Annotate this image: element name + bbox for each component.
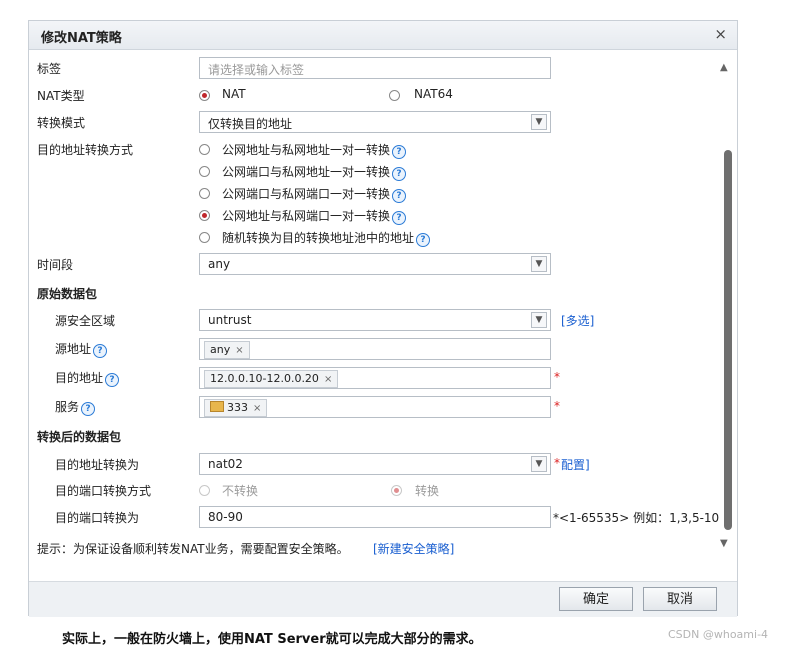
scroll-up-icon[interactable]: ▲	[720, 62, 728, 73]
time-select[interactable]: any ▼	[199, 253, 551, 275]
package-icon	[210, 401, 224, 412]
dst-addr-label: 目的地址?	[55, 369, 120, 387]
src-zone-select[interactable]: untrust ▼	[199, 309, 551, 331]
nat-type-nat-option: NAT	[222, 87, 246, 101]
cancel-button[interactable]: 取消	[643, 587, 717, 611]
src-addr-tag: any ×	[204, 341, 250, 359]
dialog-body: 标签 请选择或输入标签 NAT类型 NAT NAT64 转换模式 仅转换目的地址…	[29, 50, 739, 580]
dialog-title: 修改NAT策略	[41, 31, 122, 46]
scroll-down-icon[interactable]: ▼	[720, 538, 728, 549]
help-icon[interactable]: ?	[392, 145, 407, 159]
remove-icon[interactable]: ×	[324, 374, 332, 385]
dst-method-option-5: 随机转换为目的转换地址池中的地址?	[222, 229, 431, 247]
scrollbar-thumb[interactable]	[724, 150, 732, 530]
dst-method-label: 目的地址转换方式	[37, 143, 134, 157]
required-mark: *	[554, 456, 560, 470]
service-tag: 333 ×	[204, 399, 268, 417]
multi-select-link[interactable]: [多选]	[561, 312, 594, 329]
dst-method-option-1: 公网地址与私网地址一对一转换?	[222, 141, 407, 159]
chevron-down-icon[interactable]: ▼	[531, 114, 547, 130]
dst-method-radio-1[interactable]	[199, 144, 210, 155]
nat-type-nat-radio[interactable]	[199, 90, 210, 101]
src-addr-label: 源地址?	[55, 340, 108, 358]
config-link[interactable]: 配置]	[561, 456, 590, 473]
port-method-translate-radio[interactable]	[391, 485, 402, 496]
dialog-footer: 确定 取消	[29, 581, 737, 617]
new-security-policy-link[interactable]: [新建安全策略]	[373, 540, 454, 557]
remove-icon[interactable]: ×	[253, 403, 261, 414]
src-zone-label: 源安全区域	[55, 314, 116, 328]
remove-icon[interactable]: ×	[235, 345, 243, 356]
dst-addr-tag: 12.0.0.10-12.0.0.20 ×	[204, 370, 339, 388]
port-range-hint: *<1-65535> 例如：1,3,5-10	[553, 511, 720, 525]
chevron-down-icon[interactable]: ▼	[531, 456, 547, 472]
help-icon[interactable]: ?	[93, 344, 108, 358]
port-method-none-radio[interactable]	[199, 485, 210, 496]
tag-input[interactable]: 请选择或输入标签	[199, 57, 551, 79]
port-method-translate-option: 转换	[415, 484, 440, 498]
service-field[interactable]: 333 ×	[199, 396, 551, 418]
tag-label: 标签	[37, 62, 62, 76]
watermark: CSDN @whoami-4	[668, 628, 769, 641]
dst-method-radio-5[interactable]	[199, 232, 210, 243]
port-to-value: 80-90	[208, 510, 243, 524]
dst-method-radio-4[interactable]	[199, 210, 210, 221]
original-packet-heading: 原始数据包	[37, 287, 98, 301]
translated-packet-heading: 转换后的数据包	[37, 430, 122, 444]
src-zone-value: untrust	[208, 313, 252, 327]
dst-method-radio-2[interactable]	[199, 166, 210, 177]
dst-method-option-3: 公网端口与私网端口一对一转换?	[222, 185, 407, 203]
dst-method-radio-3[interactable]	[199, 188, 210, 199]
help-icon[interactable]: ?	[105, 373, 120, 387]
port-to-input[interactable]: 80-90	[199, 506, 551, 528]
mode-select[interactable]: 仅转换目的地址 ▼	[199, 111, 551, 133]
dst-to-label: 目的地址转换为	[55, 458, 140, 472]
nat-policy-dialog: 修改NAT策略 × 标签 请选择或输入标签 NAT类型 NAT NAT64 转换…	[28, 20, 739, 617]
ok-button[interactable]: 确定	[559, 587, 633, 611]
help-icon[interactable]: ?	[392, 189, 407, 203]
service-label: 服务?	[55, 398, 96, 416]
dst-to-value: nat02	[208, 457, 243, 471]
port-method-label: 目的端口转换方式	[55, 484, 152, 498]
dst-to-select[interactable]: nat02 ▼	[199, 453, 551, 475]
nat-type-label: NAT类型	[37, 89, 85, 103]
help-icon[interactable]: ?	[392, 167, 407, 181]
src-addr-field[interactable]: any ×	[199, 338, 551, 360]
help-icon[interactable]: ?	[416, 233, 431, 247]
time-label: 时间段	[37, 258, 74, 272]
help-icon[interactable]: ?	[81, 402, 96, 416]
dst-method-option-2: 公网端口与私网地址一对一转换?	[222, 163, 407, 181]
dst-method-option-4: 公网地址与私网端口一对一转换?	[222, 207, 407, 225]
required-mark: *	[554, 399, 560, 413]
nat-type-nat64-radio[interactable]	[389, 90, 400, 101]
required-mark: *	[554, 370, 560, 384]
nat-type-nat64-option: NAT64	[414, 87, 453, 101]
mode-label: 转换模式	[37, 116, 86, 130]
mode-value: 仅转换目的地址	[208, 117, 293, 131]
caption-text: 实际上，一般在防火墙上，使用NAT Server就可以完成大部分的需求。	[62, 632, 482, 647]
dialog-titlebar: 修改NAT策略 ×	[29, 21, 737, 50]
tag-placeholder: 请选择或输入标签	[208, 63, 305, 77]
time-value: any	[208, 257, 231, 271]
chevron-down-icon[interactable]: ▼	[531, 312, 547, 328]
notice-text: 提示：为保证设备顺利转发NAT业务，需要配置安全策略。	[37, 542, 349, 556]
port-to-label: 目的端口转换为	[55, 511, 140, 525]
help-icon[interactable]: ?	[392, 211, 407, 225]
port-method-none-option: 不转换	[222, 484, 259, 498]
dst-addr-field[interactable]: 12.0.0.10-12.0.0.20 ×	[199, 367, 551, 389]
close-icon[interactable]: ×	[714, 25, 727, 43]
chevron-down-icon[interactable]: ▼	[531, 256, 547, 272]
